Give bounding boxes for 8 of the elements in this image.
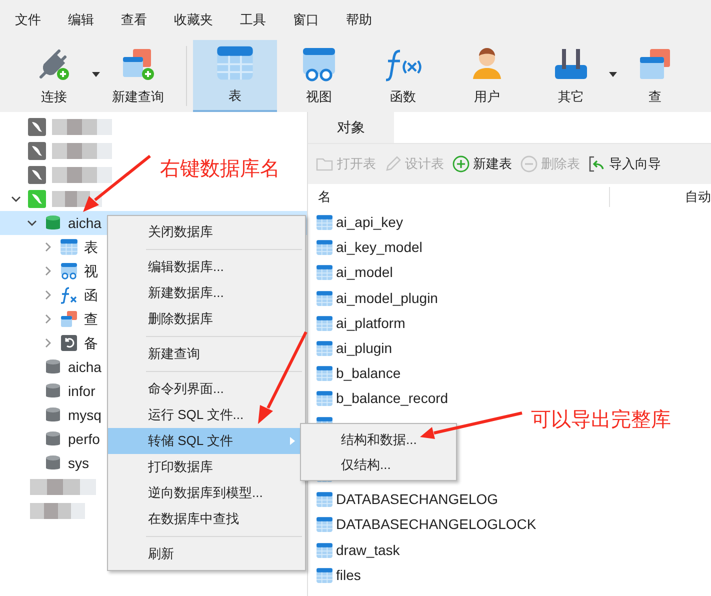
database-name: aicha [68, 214, 102, 232]
database-name: aicha [68, 358, 102, 376]
annotation-text: 右键数据库名 [160, 157, 280, 182]
annotation-text: 可以导出完整库 [531, 408, 671, 433]
database-name: perfo [68, 430, 100, 449]
database-name: mysq [68, 406, 102, 425]
database-name: sys [68, 454, 89, 473]
database-name: infor [68, 382, 96, 400]
